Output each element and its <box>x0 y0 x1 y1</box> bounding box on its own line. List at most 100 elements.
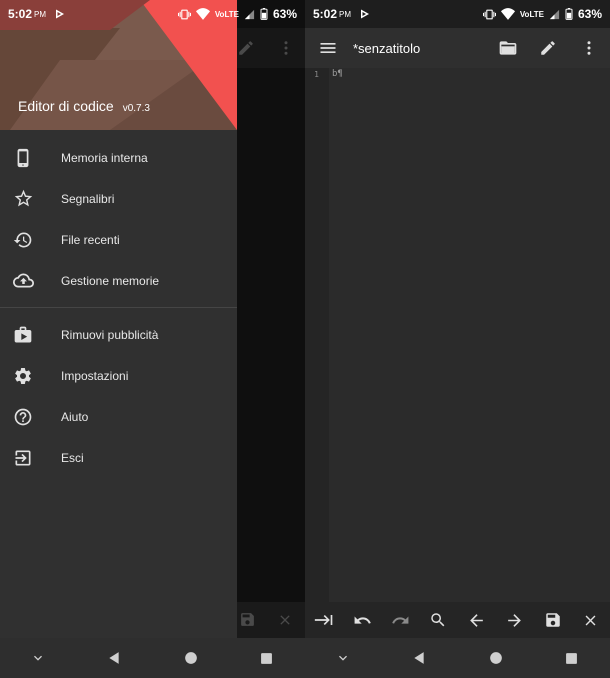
toolbar-actions <box>488 28 610 68</box>
play-notification-icon <box>361 9 370 19</box>
back-triangle-icon <box>414 652 425 664</box>
overflow-menu-button[interactable] <box>568 28 610 68</box>
close-icon <box>280 615 290 625</box>
cloud-upload-icon <box>0 270 61 291</box>
redo-icon <box>392 616 409 624</box>
recents-square-icon <box>566 652 578 664</box>
code-line[interactable]: b¶ <box>332 69 343 79</box>
redo-button[interactable] <box>385 602 415 638</box>
star-icon <box>0 188 61 209</box>
wifi-icon <box>500 8 515 20</box>
menu-item-impostazioni[interactable]: Impostazioni <box>0 355 237 396</box>
nav-back-button[interactable] <box>94 638 134 678</box>
close-button[interactable] <box>576 602 606 638</box>
line-number: 1 <box>314 70 319 79</box>
menu-item-memoria-interna[interactable]: Memoria interna <box>0 137 237 178</box>
previous-button[interactable] <box>462 602 492 638</box>
system-nav-bar <box>305 638 610 678</box>
gear-icon <box>0 366 61 386</box>
nav-recents-button[interactable] <box>552 638 592 678</box>
editor-bottom-toolbar <box>305 602 610 638</box>
tab-icon <box>314 615 333 625</box>
status-icons: VoLTE 63% <box>482 7 602 21</box>
pencil-icon <box>239 41 253 55</box>
navigation-drawer: Editor di codice v0.7.3 Memoria interna … <box>0 0 237 638</box>
close-icon <box>585 615 596 625</box>
status-ampm: PM <box>339 9 352 19</box>
open-folder-button[interactable] <box>488 28 528 68</box>
save-icon <box>241 613 254 626</box>
nav-home-button[interactable] <box>171 638 211 678</box>
pencil-icon <box>541 41 555 55</box>
menu-button[interactable] <box>305 28 351 68</box>
signal-icon <box>244 9 255 19</box>
back-triangle-icon <box>109 652 120 664</box>
vibrate-icon <box>482 9 496 19</box>
volte-label: VoLTE <box>519 9 544 19</box>
play-store-icon <box>0 325 61 345</box>
nav-recents-button[interactable] <box>247 638 287 678</box>
arrow-left-icon <box>470 613 483 627</box>
code-editor[interactable]: 1 b¶ <box>305 68 610 602</box>
tab-button[interactable] <box>309 602 339 638</box>
nav-back-button[interactable] <box>399 638 439 678</box>
undo-icon <box>354 616 371 624</box>
menu-item-label: Gestione memorie <box>61 273 160 288</box>
save-button[interactable] <box>538 602 568 638</box>
drawer-menu-secondary: Rimuovi pubblicità Impostazioni Aiuto Es… <box>0 314 237 478</box>
left-screen: Editor di codice v0.7.3 Memoria interna … <box>0 0 305 678</box>
line-number-gutter: 1 <box>305 68 329 602</box>
play-notification-icon <box>56 9 65 19</box>
background-bottom-bar <box>237 602 305 638</box>
nav-collapse-button[interactable] <box>323 638 363 678</box>
edit-button[interactable] <box>528 28 568 68</box>
editor-toolbar: *senzatitolo <box>305 28 610 68</box>
exit-icon <box>0 448 61 468</box>
undo-button[interactable] <box>347 602 377 638</box>
next-button[interactable] <box>500 602 530 638</box>
right-screen: 5:02 PM VoLTE 63% *senzatitolo 1 b¶ <box>305 0 610 678</box>
battery-percent: 63% <box>577 7 602 21</box>
chevron-down-icon <box>339 655 348 661</box>
battery-icon <box>565 8 573 20</box>
menu-item-file-recenti[interactable]: File recenti <box>0 219 237 260</box>
nav-collapse-button[interactable] <box>18 638 58 678</box>
app-title-row: Editor di codice v0.7.3 <box>18 98 150 114</box>
app-version: v0.7.3 <box>122 103 150 114</box>
menu-item-gestione-memorie[interactable]: Gestione memorie <box>0 260 237 301</box>
phone-icon <box>0 148 61 168</box>
wifi-icon <box>195 8 210 20</box>
more-vert-icon <box>587 41 591 55</box>
search-button[interactable] <box>423 602 453 638</box>
menu-item-rimuovi-pubblicita[interactable]: Rimuovi pubblicità <box>0 314 237 355</box>
background-toolbar <box>237 28 305 68</box>
menu-item-segnalibri[interactable]: Segnalibri <box>0 178 237 219</box>
help-icon <box>0 407 61 427</box>
document-title: *senzatitolo <box>353 40 421 56</box>
menu-item-label: Esci <box>61 450 84 465</box>
status-time: 5:02 <box>8 7 33 21</box>
drawer-menu-primary: Memoria interna Segnalibri File recenti … <box>0 137 237 301</box>
search-icon <box>431 613 445 627</box>
save-icon <box>546 613 560 627</box>
menu-item-esci[interactable]: Esci <box>0 437 237 478</box>
menu-item-label: Impostazioni <box>61 368 129 383</box>
menu-item-label: Segnalibri <box>61 191 115 206</box>
battery-percent: 63% <box>272 7 297 21</box>
recents-square-icon <box>261 652 273 664</box>
nav-home-button[interactable] <box>476 638 516 678</box>
signal-icon <box>549 9 560 19</box>
home-circle-icon <box>184 652 197 664</box>
more-vert-icon <box>284 41 288 55</box>
home-circle-icon <box>489 652 502 664</box>
status-bar: 5:02 PM VoLTE 63% <box>305 0 610 28</box>
hamburger-menu-icon <box>320 43 336 53</box>
status-bar: 5:02 PM VoLTE 63% <box>0 0 305 28</box>
menu-item-label: File recenti <box>61 232 120 247</box>
menu-item-aiuto[interactable]: Aiuto <box>0 396 237 437</box>
battery-icon <box>260 8 268 20</box>
background-app <box>237 0 305 638</box>
status-time: 5:02 <box>313 7 338 21</box>
system-nav-bar <box>0 638 305 678</box>
menu-item-label: Memoria interna <box>61 150 148 165</box>
